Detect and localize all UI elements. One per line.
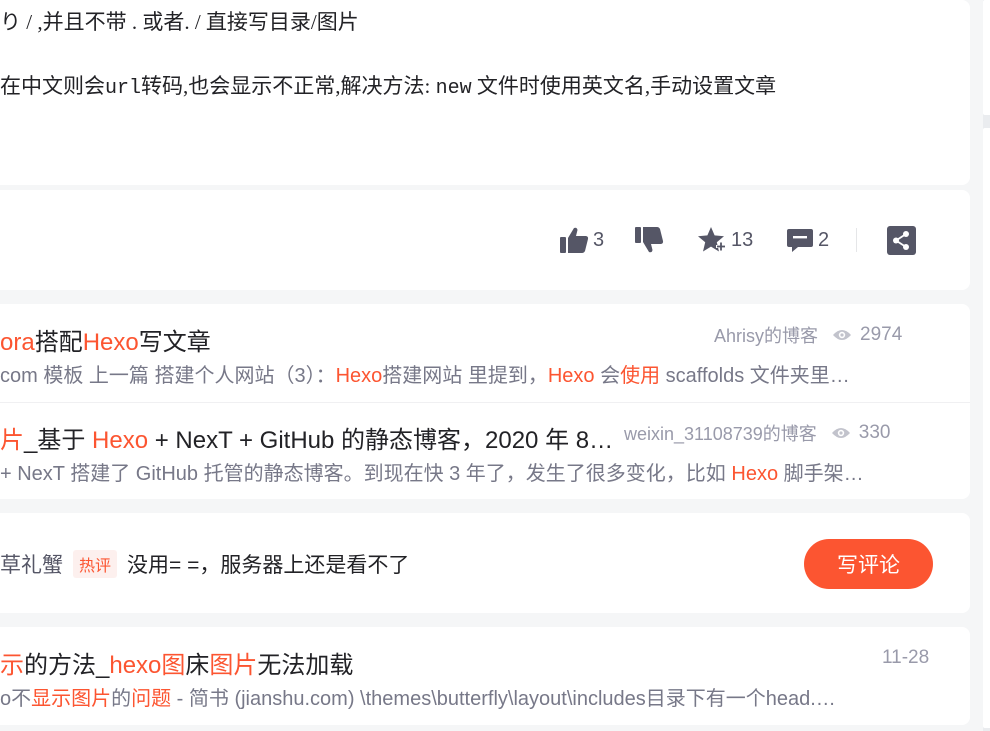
article-line-2-c: 文件时使用英文名,手动设置文章: [471, 74, 777, 98]
comment-count: 2: [818, 228, 830, 251]
view-count-value: 2974: [860, 324, 903, 345]
comment-icon: [787, 229, 813, 252]
title-part: 无法加载: [257, 652, 354, 679]
recommend-meta: weixin_31108739的博客 330: [624, 420, 890, 446]
article-line-2: 在中文则会url转码,也会显示不正常,解决方法: new 文件时使用英文名,手动…: [0, 70, 776, 100]
share-icon: [887, 225, 916, 255]
sidebar-edge: [983, 0, 990, 731]
comment-text: 没用= =，服务器上还是看不了: [127, 554, 410, 577]
recommend-item[interactable]: 片_基于 Hexo + NexT + GitHub 的静态博客，2020 年 8…: [0, 402, 970, 500]
desc-part: 的: [111, 688, 132, 710]
hot-comment-badge: 热评: [73, 550, 118, 578]
eye-icon: [831, 428, 850, 438]
desc-part: 脚手架…: [778, 463, 864, 485]
hot-comment: 草礼蟹 热评 没用= =，服务器上还是看不了: [0, 549, 409, 579]
title-part: 写文章: [138, 329, 211, 356]
title-part: hexo: [109, 652, 162, 679]
title-part: 片: [0, 427, 24, 454]
related-desc: o不显示图片的问题 - 简书 (jianshu.com) \themes\but…: [0, 682, 836, 711]
star-plus-icon: [698, 227, 726, 252]
article-line-1: り / ,并且不带 . 或者. / 直接写目录/图片: [0, 10, 359, 34]
desc-part: 显示图片: [31, 688, 112, 710]
comment-username[interactable]: 草礼蟹: [0, 549, 63, 579]
desc-part: 搭建网站 里提到，: [382, 365, 548, 387]
title-part: 图片: [209, 652, 258, 679]
desc-part: o不: [0, 688, 32, 710]
desc-part: 会: [594, 365, 621, 387]
title-part: 床: [185, 652, 210, 679]
favorite-count: 13: [731, 228, 754, 251]
desc-part: Hexo: [731, 463, 779, 485]
article-line-2-new: new: [435, 77, 472, 100]
recommend-item[interactable]: ora搭配Hexo写文章 Ahrisy的博客 2974 com 模板 上一篇 搭…: [0, 304, 970, 403]
article-line-2-a: 在中文则会: [0, 74, 105, 98]
write-comment-button[interactable]: 写评论: [804, 539, 933, 589]
title-part: Hexo: [92, 427, 149, 454]
title-part: 图: [161, 652, 186, 679]
sidebar-card-edge: [983, 128, 990, 728]
article-line-2-b: 转码,也会显示不正常,解决方法:: [141, 74, 436, 98]
title-part: ora: [0, 329, 35, 356]
desc-part: 问题: [131, 688, 172, 710]
thumbs-down-icon: [635, 227, 664, 253]
recommend-meta: Ahrisy的博客 2974: [714, 322, 902, 348]
recommend-desc: com 模板 上一篇 搭建个人网站（3）：Hexo搭建网站 里提到，Hexo 会…: [0, 359, 850, 388]
like-count: 3: [593, 228, 605, 251]
title-part: Hexo: [82, 329, 139, 356]
comment-button[interactable]: 2: [786, 226, 829, 254]
recommend-title[interactable]: ora搭配Hexo写文章: [0, 322, 211, 357]
title-part: 的方法_: [24, 652, 110, 679]
view-count: 2974: [832, 324, 902, 346]
dislike-button[interactable]: [634, 226, 664, 254]
desc-part: + NexT 搭建了 GitHub 托管的静态博客。到现在快 3 年了，发生了很…: [0, 463, 732, 485]
desc-part: scaffolds 文件夹里…: [660, 365, 850, 387]
recommend-list: ora搭配Hexo写文章 Ahrisy的博客 2974 com 模板 上一篇 搭…: [0, 304, 970, 499]
desc-part: com 模板 上一篇 搭建个人网站（3）：: [0, 365, 336, 387]
view-count: 330: [831, 422, 891, 444]
title-part: 示: [0, 652, 24, 679]
toolbar-divider: [856, 228, 857, 252]
like-button[interactable]: 3: [559, 226, 604, 254]
author-name[interactable]: Ahrisy的博客: [714, 322, 818, 348]
related-title[interactable]: 示的方法_hexo图床图片无法加载: [0, 645, 353, 680]
desc-part: Hexo: [547, 365, 595, 387]
article-line-2-url: url: [105, 77, 142, 100]
title-part: + NexT + GitHub 的静态博客，2020 年 8…: [148, 427, 614, 454]
sidebar-card-edge: [983, 0, 990, 115]
recommend-desc: + NexT 搭建了 GitHub 托管的静态博客。到现在快 3 年了，发生了很…: [0, 457, 864, 486]
related-item[interactable]: 示的方法_hexo图床图片无法加载 11-28 o不显示图片的问题 - 简书 (…: [0, 627, 970, 725]
recommend-title[interactable]: 片_基于 Hexo + NexT + GitHub 的静态博客，2020 年 8…: [0, 420, 613, 455]
thumbs-up-icon: [560, 227, 589, 253]
favorite-button[interactable]: 13: [697, 226, 753, 254]
view-count-value: 330: [858, 422, 891, 443]
title-part: 搭配: [34, 329, 83, 356]
desc-part: 使用: [620, 365, 661, 387]
related-date: 11-28: [882, 647, 930, 668]
author-name[interactable]: weixin_31108739的博客: [624, 420, 817, 446]
article-content: り / ,并且不带 . 或者. / 直接写目录/图片 在中文则会url转码,也会…: [0, 0, 970, 185]
desc-part: - 简书 (jianshu.com) \themes\butterfly\lay…: [171, 688, 836, 710]
title-part: _基于: [24, 427, 93, 454]
share-button[interactable]: [887, 225, 916, 255]
desc-part: Hexo: [335, 365, 383, 387]
eye-icon: [833, 330, 852, 340]
